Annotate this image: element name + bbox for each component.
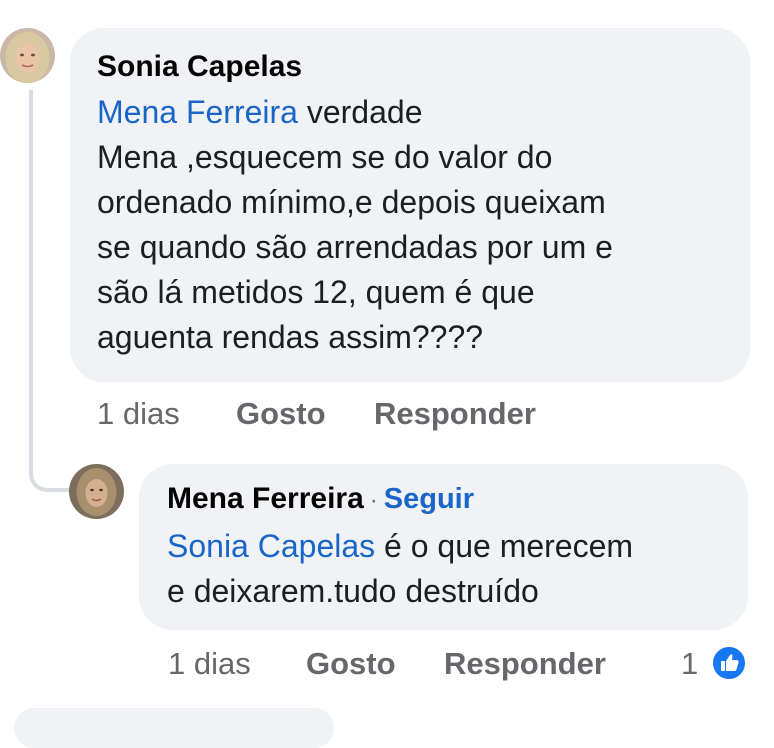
comment-text-segment: verdade xyxy=(297,94,423,130)
comment-text: Mena Ferreira verdade Mena ,esquecem se … xyxy=(97,90,613,360)
reply-header: Mena Ferreira · Seguir xyxy=(167,482,474,516)
comment-line: Mena Ferreira verdade xyxy=(97,90,613,135)
comment-line: são lá metidos 12, quem é que xyxy=(97,274,535,310)
thread-connector-line xyxy=(29,90,69,492)
comment-line: ordenado mínimo,e depois queixam xyxy=(97,184,606,220)
reply-text: Sonia Capelas é o que merecem e deixarem… xyxy=(167,524,633,614)
comment-timestamp[interactable]: 1 dias xyxy=(97,396,180,432)
reply-actions: 1 dias Gosto Responder xyxy=(168,646,648,686)
like-button[interactable]: Gosto xyxy=(236,396,326,432)
reply-author-name[interactable]: Mena Ferreira xyxy=(167,482,364,515)
reply-button[interactable]: Responder xyxy=(444,646,606,682)
next-comment-bubble xyxy=(14,708,334,748)
comment-line: aguenta rendas assim???? xyxy=(97,319,484,355)
avatar-mena[interactable] xyxy=(69,464,124,519)
thumbs-up-icon[interactable] xyxy=(710,644,748,682)
comment-line: Mena ,esquecem se do valor do xyxy=(97,139,553,175)
comment-actions: 1 dias Gosto Responder xyxy=(97,396,577,436)
reply-line: e deixarem.tudo destruído xyxy=(167,573,539,609)
like-button[interactable]: Gosto xyxy=(306,646,396,682)
comment-bubble: Sonia Capelas Mena Ferreira verdade Mena… xyxy=(70,28,750,382)
follow-button[interactable]: Seguir xyxy=(384,483,474,515)
separator-dot: · xyxy=(369,487,378,514)
avatar-sonia[interactable] xyxy=(0,28,55,83)
comment-line: se quando são arrendadas por um e xyxy=(97,229,613,265)
reaction-count[interactable]: 1 xyxy=(681,646,698,682)
reply-text-segment: é o que merecem xyxy=(375,528,634,564)
comment-author-name[interactable]: Sonia Capelas xyxy=(97,50,302,84)
reply-bubble: Mena Ferreira · Seguir Sonia Capelas é o q… xyxy=(139,464,748,630)
mention-link[interactable]: Sonia Capelas xyxy=(167,528,375,564)
reply-button[interactable]: Responder xyxy=(374,396,536,432)
reply-line: Sonia Capelas é o que merecem xyxy=(167,524,633,569)
reply-timestamp[interactable]: 1 dias xyxy=(168,646,251,682)
mention-link[interactable]: Mena Ferreira xyxy=(97,94,298,130)
